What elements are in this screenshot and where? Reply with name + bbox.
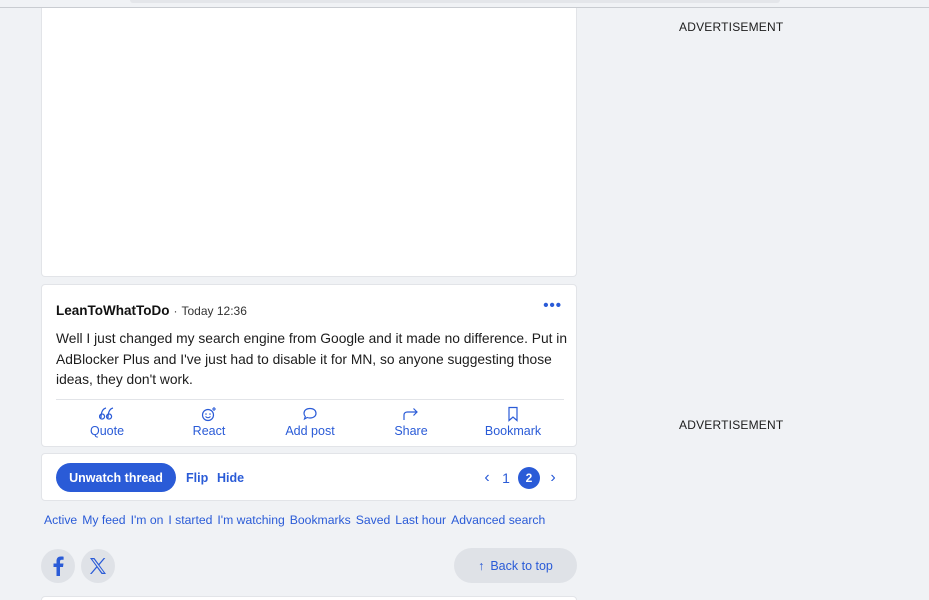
quick-link-im-on[interactable]: I'm on xyxy=(131,513,164,527)
comment-icon xyxy=(273,406,347,422)
flip-link[interactable]: Flip xyxy=(186,471,208,485)
page-link-1[interactable]: 1 xyxy=(500,470,512,486)
bookmark-icon xyxy=(476,406,550,422)
bookmark-button[interactable]: Bookmark xyxy=(476,406,550,438)
bookmark-label: Bookmark xyxy=(484,424,542,438)
post-timestamp[interactable]: Today 12:36 xyxy=(181,304,246,318)
quick-link-im-watching[interactable]: I'm watching xyxy=(217,513,284,527)
post-separator: · xyxy=(173,304,178,318)
back-to-top-label: Back to top xyxy=(490,558,553,573)
post-actions: Quote React Add post Share Bookmark xyxy=(56,406,564,442)
quick-link-advanced-search[interactable]: Advanced search xyxy=(451,513,545,527)
page-current[interactable]: 2 xyxy=(518,467,540,489)
quick-link-my-feed[interactable]: My feed xyxy=(82,513,125,527)
unwatch-thread-button[interactable]: Unwatch thread xyxy=(56,463,176,492)
chevron-left-icon[interactable]: ‹ xyxy=(480,469,494,487)
quote-label: Quote xyxy=(89,424,125,438)
quick-links: Active My feed I'm on I started I'm watc… xyxy=(44,513,545,527)
quick-link-bookmarks[interactable]: Bookmarks xyxy=(290,513,351,527)
post-author[interactable]: LeanToWhatToDo xyxy=(56,303,169,318)
post-divider xyxy=(56,399,564,400)
share-label: Share xyxy=(394,424,428,438)
top-tab-edge xyxy=(130,0,780,3)
react-button[interactable]: React xyxy=(172,406,246,438)
post-card: LeanToWhatToDo · Today 12:36 ••• Well I … xyxy=(41,284,577,447)
advertisement-label: ADVERTISEMENT xyxy=(679,418,784,432)
post-body: Well I just changed my search engine fro… xyxy=(56,331,568,387)
next-card-edge xyxy=(41,596,577,600)
quick-link-active[interactable]: Active xyxy=(44,513,77,527)
hide-link[interactable]: Hide xyxy=(217,471,244,485)
media-placeholder-card xyxy=(41,8,577,277)
quick-link-last-hour[interactable]: Last hour xyxy=(395,513,446,527)
advertisement-label: ADVERTISEMENT xyxy=(679,20,784,34)
post-header: LeanToWhatToDo · Today 12:36 xyxy=(56,303,247,319)
back-to-top-button[interactable]: ↑ Back to top xyxy=(454,548,577,583)
add-post-button[interactable]: Add post xyxy=(273,406,347,438)
facebook-icon[interactable] xyxy=(41,549,75,583)
pagination: ‹ 1 2 › xyxy=(480,467,560,489)
share-button[interactable]: Share xyxy=(374,406,448,438)
chevron-right-icon[interactable]: › xyxy=(546,469,560,487)
arrow-up-icon: ↑ xyxy=(478,558,485,573)
quote-button[interactable]: Quote xyxy=(70,406,144,438)
quick-link-saved[interactable]: Saved xyxy=(356,513,391,527)
share-icon xyxy=(374,406,448,422)
react-icon xyxy=(172,406,246,422)
x-twitter-icon[interactable] xyxy=(81,549,115,583)
quick-link-i-started[interactable]: I started xyxy=(168,513,212,527)
add-post-label: Add post xyxy=(285,424,335,438)
more-options-icon[interactable]: ••• xyxy=(543,297,562,314)
thread-nav-card: Unwatch thread Flip Hide ‹ 1 2 › xyxy=(41,453,577,501)
react-label: React xyxy=(192,424,226,438)
quote-icon xyxy=(70,406,144,422)
